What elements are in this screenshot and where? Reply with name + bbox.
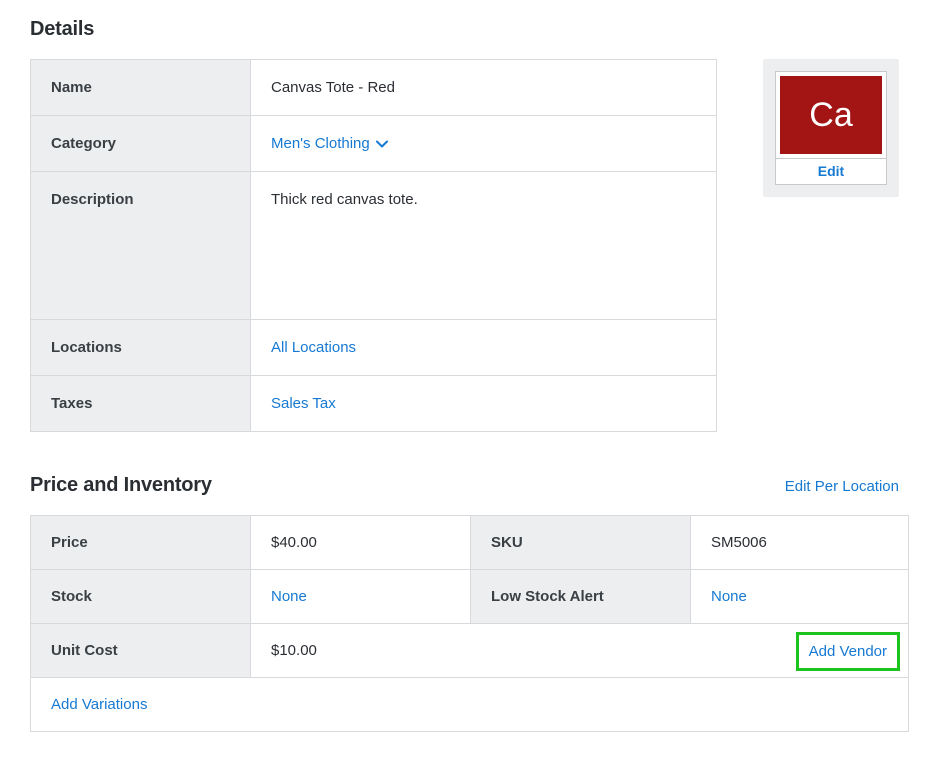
label-name: Name	[31, 60, 251, 116]
stock-link[interactable]: None	[271, 588, 307, 605]
label-taxes: Taxes	[31, 376, 251, 432]
taxes-link[interactable]: Sales Tax	[271, 395, 336, 412]
label-category: Category	[31, 116, 251, 172]
edit-per-location-link[interactable]: Edit Per Location	[785, 478, 899, 495]
thumbnail-tile: Ca Edit	[775, 71, 887, 185]
details-table: Name Canvas Tote - Red Category Men's Cl…	[30, 59, 717, 432]
label-stock: Stock	[31, 570, 251, 624]
edit-image-button[interactable]: Edit	[776, 158, 886, 184]
chevron-down-icon	[376, 138, 388, 150]
label-sku: SKU	[471, 516, 691, 570]
label-unit-cost: Unit Cost	[31, 624, 251, 678]
value-unit-cost[interactable]: $10.00	[271, 642, 317, 659]
low-stock-alert-link[interactable]: None	[711, 588, 747, 605]
category-dropdown[interactable]: Men's Clothing	[271, 135, 388, 152]
value-name[interactable]: Canvas Tote - Red	[251, 60, 717, 116]
label-description: Description	[31, 172, 251, 320]
item-color-swatch: Ca	[780, 76, 882, 154]
details-heading: Details	[30, 18, 899, 41]
add-vendor-button[interactable]: Add Vendor	[796, 632, 900, 671]
category-dropdown-label: Men's Clothing	[271, 135, 370, 152]
inventory-heading: Price and Inventory	[30, 474, 212, 497]
value-description[interactable]: Thick red canvas tote.	[251, 172, 717, 320]
label-low-stock-alert: Low Stock Alert	[471, 570, 691, 624]
value-sku[interactable]: SM5006	[691, 516, 909, 570]
thumbnail-panel: Ca Edit	[763, 59, 899, 197]
inventory-table: Price $40.00 SKU SM5006 Stock None Low S…	[30, 515, 909, 732]
value-price[interactable]: $40.00	[251, 516, 471, 570]
locations-link[interactable]: All Locations	[271, 339, 356, 356]
add-variations-link[interactable]: Add Variations	[51, 696, 147, 713]
label-price: Price	[31, 516, 251, 570]
label-locations: Locations	[31, 320, 251, 376]
